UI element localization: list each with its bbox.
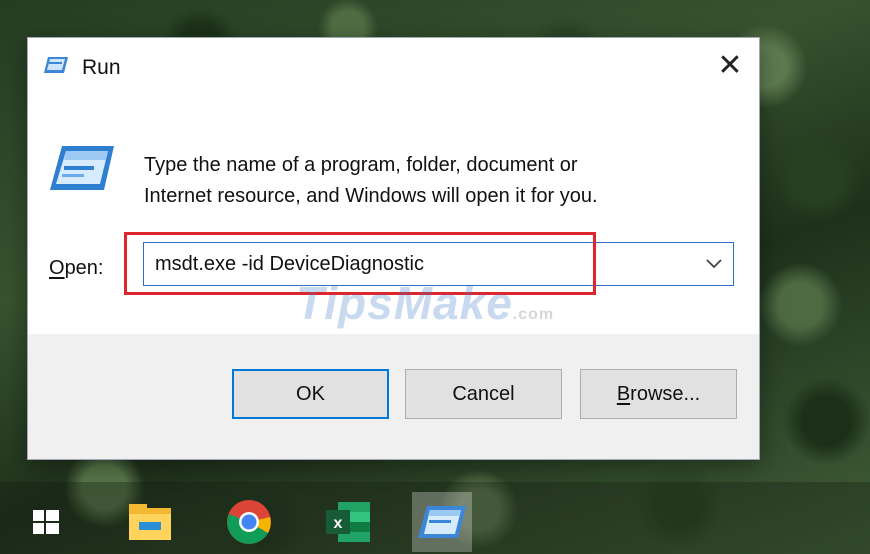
excel-icon-letter: x xyxy=(334,515,343,532)
description-line-2: Internet resource, and Windows will open… xyxy=(144,185,598,207)
run-program-icon xyxy=(50,146,114,190)
cancel-button[interactable]: Cancel xyxy=(405,369,562,419)
open-label-text: pen: xyxy=(64,257,104,279)
chrome-icon xyxy=(227,500,271,544)
button-bar: OK Cancel Browse... xyxy=(28,334,759,459)
open-label-accelerator: O xyxy=(49,257,65,279)
open-label: Open: xyxy=(49,257,104,280)
description-line-1: Type the name of a program, folder, docu… xyxy=(144,154,578,176)
command-input-value[interactable]: msdt.exe -id DeviceDiagnostic xyxy=(155,253,424,276)
start-button[interactable] xyxy=(16,492,76,552)
taskbar-chrome[interactable] xyxy=(219,492,279,552)
close-icon: ✕ xyxy=(717,48,743,82)
taskbar-file-explorer[interactable] xyxy=(120,492,180,552)
browse-accelerator: B xyxy=(616,382,631,405)
browse-button[interactable]: Browse... xyxy=(580,369,737,419)
run-taskbar-icon xyxy=(418,506,466,538)
taskbar: x xyxy=(0,482,870,554)
chevron-down-icon[interactable] xyxy=(705,257,723,269)
window-title: Run xyxy=(82,56,121,79)
file-explorer-icon xyxy=(129,504,171,540)
close-button[interactable]: ✕ xyxy=(701,38,759,92)
start-icon xyxy=(33,510,59,534)
dialog-content: Type the name of a program, folder, docu… xyxy=(28,96,759,336)
description-text: Type the name of a program, folder, docu… xyxy=(144,150,714,212)
taskbar-excel[interactable]: x xyxy=(318,492,378,552)
excel-icon: x xyxy=(326,502,370,542)
watermark-suffix: .com xyxy=(512,306,555,323)
ok-button[interactable]: OK xyxy=(232,369,389,419)
taskbar-run[interactable] xyxy=(412,492,472,552)
run-dialog: Run ✕ Type the name of a program, folder… xyxy=(27,37,760,460)
run-icon xyxy=(44,57,68,73)
browse-label: rowse... xyxy=(630,382,701,405)
command-input[interactable]: msdt.exe -id DeviceDiagnostic xyxy=(143,242,734,286)
title-bar[interactable]: Run ✕ xyxy=(28,38,759,96)
